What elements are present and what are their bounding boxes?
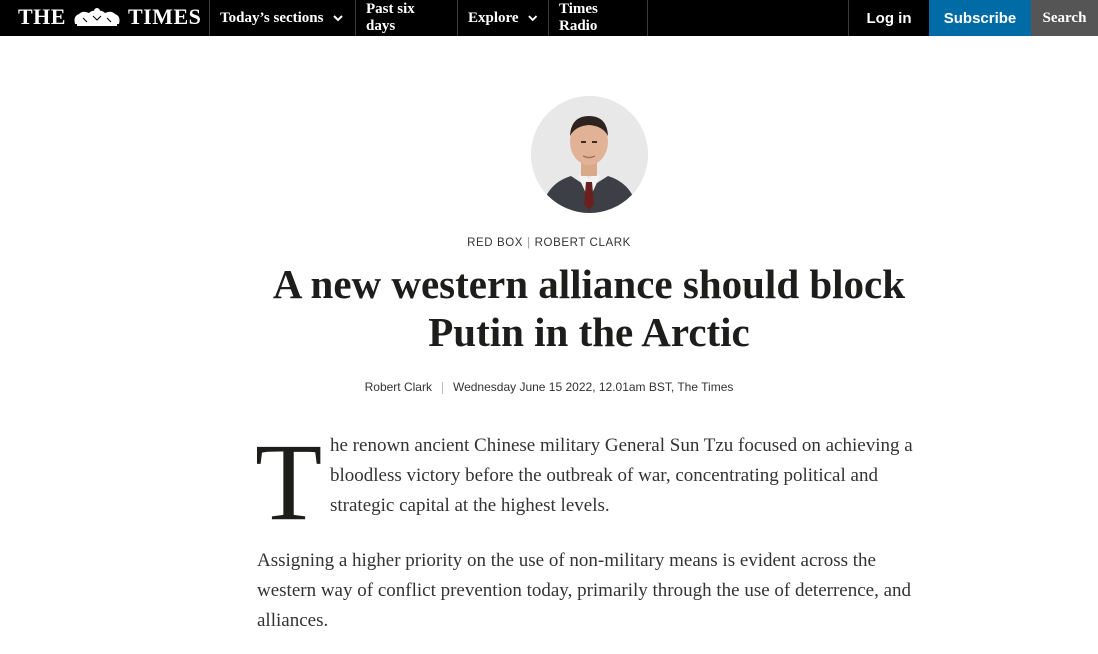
chevron-down-icon — [527, 15, 537, 22]
byline-author[interactable]: Robert Clark — [365, 380, 432, 394]
article-paragraph-1: he renown ancient Chinese military Gener… — [330, 435, 913, 516]
drop-cap: T — [255, 421, 323, 543]
logo-text-the: THE — [18, 4, 66, 29]
search-button[interactable]: Search — [1031, 0, 1098, 36]
subscribe-button[interactable]: Subscribe — [929, 0, 1031, 36]
byline-divider — [441, 381, 443, 394]
nav-past-six-days[interactable]: Past six days — [355, 0, 457, 36]
kicker-section[interactable]: RED BOX — [467, 237, 523, 249]
byline-date: Wednesday June 15 2022, 12.01am BST, The… — [452, 380, 734, 394]
article-kicker: RED BOX | ROBERT CLARK — [0, 237, 1098, 249]
nav-explore[interactable]: Explore — [457, 0, 548, 36]
nav-label: Times Radio — [559, 1, 598, 34]
nav-label: Today’s sections — [220, 9, 324, 26]
nav-times-radio[interactable]: Times Radio — [548, 0, 648, 36]
nav-label: Explore — [468, 9, 519, 26]
login-button[interactable]: Log in — [848, 0, 929, 36]
article-byline: Robert Clark Wednesday June 15 2022, 12.0… — [0, 380, 1098, 394]
author-photo — [531, 96, 648, 213]
times-logo[interactable]: THE TIMES — [18, 2, 201, 32]
article-paragraph-2: Assigning a higher priority on the use o… — [257, 550, 912, 631]
article-headline: A new western alliance should block Puti… — [272, 261, 906, 355]
chevron-down-icon — [332, 15, 343, 22]
author-avatar — [531, 96, 648, 213]
kicker-author[interactable]: ROBERT CLARK — [535, 237, 631, 249]
nav-todays-sections[interactable]: Today’s sections — [209, 0, 355, 36]
crest-icon — [74, 8, 120, 26]
logo-text-times: TIMES — [127, 4, 202, 29]
top-navigation-bar: THE TIMES Today’s sections Past six days… — [0, 0, 1098, 36]
nav-label: Past six days — [366, 1, 415, 34]
kicker-separator: | — [527, 237, 531, 249]
